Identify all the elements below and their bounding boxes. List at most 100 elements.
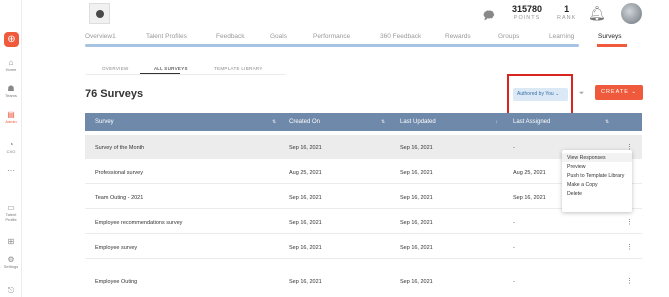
points-value: 315780	[512, 4, 543, 14]
chart-icon: ◔	[8, 140, 14, 149]
tab-talent-profiles[interactable]: Talent Profiles	[146, 33, 187, 40]
tab-overview1[interactable]: Overview1	[85, 33, 116, 40]
filter-icon[interactable]: ⏷	[575, 87, 588, 100]
rank-stat: 1 RANK	[557, 4, 576, 21]
last-updated: Sep 16, 2021	[400, 279, 433, 285]
tab-groups[interactable]: Groups	[498, 33, 519, 40]
last-assigned: -	[513, 145, 515, 151]
subtab-template-library[interactable]: TEMPLATE LIBRARY	[214, 66, 263, 71]
survey-name[interactable]: Employee Outing	[95, 279, 137, 285]
tab-learning[interactable]: Learning	[549, 33, 574, 40]
menu-item-preview[interactable]: Preview	[562, 162, 632, 171]
sidebar-item-more[interactable]: ⋯	[0, 166, 22, 175]
points-stat: 315780 POINTS	[512, 4, 542, 21]
menu-item-view-responses[interactable]: View Responses	[562, 153, 632, 162]
last-assigned: -	[513, 279, 515, 285]
last-updated: Sep 16, 2021	[400, 145, 433, 151]
tabs-scrollbar[interactable]	[85, 44, 579, 47]
last-updated: Sep 16, 2021	[400, 195, 433, 201]
last-assigned: -	[513, 220, 515, 226]
sidebar-item-home[interactable]: ⌂ Home	[0, 58, 22, 72]
row-context-menu: View Responses Preview Push to Template …	[562, 150, 632, 212]
table-row[interactable]: Employee survey Sep 16, 2021 Sep 16, 202…	[85, 235, 642, 259]
home-icon: ⌂	[8, 58, 14, 67]
top-header: 🗭 315780 POINTS 1 RANK 🔔︎	[22, 0, 669, 27]
sidebar-item-logout[interactable]: ⎋	[0, 286, 22, 295]
created-on: Sep 16, 2021	[289, 279, 322, 285]
sidebar-toggle-button[interactable]: ⊕	[4, 32, 19, 47]
menu-item-make-a-copy[interactable]: Make a Copy	[562, 180, 632, 189]
created-on: Sep 16, 2021	[289, 195, 322, 201]
page-title: 76 Surveys	[85, 88, 144, 100]
row-menu-icon[interactable]: ⋮	[626, 243, 633, 251]
survey-name[interactable]: Team Outing - 2021	[95, 195, 143, 201]
author-filter-dropdown[interactable]: Authored by You ⌄	[513, 88, 568, 101]
menu-item-delete[interactable]: Delete	[562, 189, 632, 198]
tab-rewards[interactable]: Rewards	[445, 33, 471, 40]
sort-icon[interactable]: ⇅	[605, 119, 609, 125]
table-header: Survey ⇅ Created On ⇅ Last Updated ↓ Las…	[85, 113, 642, 131]
chevron-down-icon: ⌄	[555, 91, 560, 97]
sidebar-item-label: Admin	[5, 119, 17, 124]
sidebar-item-cxo[interactable]: ◔ CXO	[0, 140, 22, 154]
logout-icon: ⎋	[7, 286, 15, 295]
teams-icon: ☗	[7, 84, 15, 93]
notification-bell-icon[interactable]: 🔔︎	[588, 5, 606, 22]
table-row[interactable]: Professional survey Aug 25, 2021 Sep 16,…	[85, 160, 642, 184]
chevron-down-icon: ⌄	[631, 89, 638, 95]
grid-icon: ⊞	[7, 237, 15, 246]
menu-item-push-to-template-library[interactable]: Push to Template Library	[562, 171, 632, 180]
sidebar-item-label: Settings	[3, 264, 19, 269]
tab-360-feedback[interactable]: 360 Feedback	[380, 33, 421, 40]
tab-surveys[interactable]: Surveys	[598, 33, 621, 40]
gear-icon: ⚙	[7, 255, 15, 264]
sidebar-item-label: Talent Profile	[5, 212, 17, 222]
active-subtab-indicator	[140, 73, 180, 74]
sort-icon[interactable]: ⇅	[381, 119, 385, 125]
table-row[interactable]: Employee Outing Sep 16, 2021 Sep 16, 202…	[85, 260, 642, 285]
tab-goals[interactable]: Goals	[270, 33, 287, 40]
row-menu-icon[interactable]: ⋮	[626, 277, 633, 285]
row-menu-icon[interactable]: ⋮	[626, 218, 633, 226]
survey-name[interactable]: Employee recommendations survey	[95, 220, 182, 226]
sidebar-item-admin[interactable]: ▤ Admin	[0, 110, 22, 124]
sort-down-icon[interactable]: ↓	[495, 119, 498, 125]
subtab-all-surveys[interactable]: ALL SURVEYS	[154, 66, 188, 71]
create-button[interactable]: CREATE ⌄	[595, 85, 643, 100]
avatar[interactable]	[621, 3, 642, 24]
last-updated: Sep 16, 2021	[400, 220, 433, 226]
column-header-last-updated[interactable]: Last Updated	[400, 119, 436, 125]
sidebar: ⊕ ⌂ Home ☗ Teams ▤ Admin ◔ CXO ⋯ ▭ Talent Pro…	[0, 0, 22, 297]
last-updated: Sep 16, 2021	[400, 170, 433, 176]
sort-icon[interactable]: ⇅	[272, 119, 276, 125]
subtabs-divider	[86, 74, 286, 75]
column-header-created-on[interactable]: Created On	[289, 119, 320, 125]
sidebar-item-grid[interactable]: ⊞	[0, 237, 22, 246]
active-tab-indicator	[597, 44, 627, 47]
survey-name[interactable]: Employee survey	[95, 245, 137, 251]
sidebar-item-label: CXO	[6, 149, 16, 154]
tab-feedback[interactable]: Feedback	[216, 33, 245, 40]
sidebar-item-label: Home	[5, 67, 17, 72]
table-row[interactable]: Survey of the Month Sep 16, 2021 Sep 16,…	[85, 135, 642, 159]
last-assigned: -	[513, 245, 515, 251]
table-row[interactable]: Employee recommendations survey Sep 16, …	[85, 210, 642, 234]
survey-name[interactable]: Survey of the Month	[95, 145, 144, 151]
created-on: Sep 16, 2021	[289, 220, 322, 226]
column-header-survey[interactable]: Survey	[95, 119, 114, 125]
sidebar-item-settings[interactable]: ⚙ Settings	[0, 255, 22, 269]
sidebar-item-label: Teams	[5, 93, 17, 98]
table-row[interactable]: Team Outing - 2021 Sep 16, 2021 Sep 16, …	[85, 185, 642, 209]
created-on: Sep 16, 2021	[289, 245, 322, 251]
points-label: POINTS	[513, 15, 541, 21]
sidebar-item-teams[interactable]: ☗ Teams	[0, 84, 22, 98]
last-updated: Sep 16, 2021	[400, 245, 433, 251]
announcement-icon[interactable]: 🗭	[483, 7, 495, 26]
column-header-last-assigned[interactable]: Last Assigned	[513, 119, 550, 125]
last-assigned: Aug 25, 2021	[513, 170, 546, 176]
tab-performance[interactable]: Performance	[313, 33, 350, 40]
survey-name[interactable]: Professional survey	[95, 170, 143, 176]
subtab-overview[interactable]: OVERVIEW	[102, 66, 129, 71]
sidebar-item-talent-profile[interactable]: ▭ Talent Profile	[0, 203, 22, 222]
rank-label: RANK	[557, 15, 577, 21]
